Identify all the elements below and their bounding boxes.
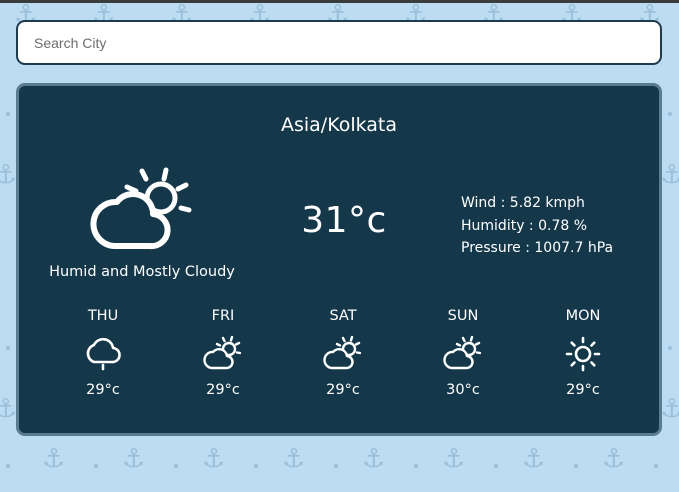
- pattern-dot: [174, 464, 178, 468]
- forecast-day-name: SUN: [447, 308, 479, 324]
- wind-value: Wind : 5.82 kmph: [461, 195, 585, 211]
- pattern-dot: [254, 464, 258, 468]
- pattern-dot: [334, 464, 338, 468]
- forecast-temp: 29°c: [86, 382, 120, 398]
- pattern-dot: [668, 346, 672, 350]
- forecast-row: THU 29°c FRI 29°c SAT 29°c SUN 30°c MON …: [41, 308, 641, 418]
- forecast-temp: 29°c: [326, 382, 360, 398]
- anchor-icon: ⚓: [660, 160, 679, 190]
- pressure-value: Pressure : 1007.7 hPa: [461, 240, 614, 256]
- sun-icon: [565, 336, 601, 372]
- cloud-sun-icon: [90, 167, 192, 250]
- anchor-icon: ⚓: [442, 444, 466, 474]
- pattern-dot: [6, 346, 10, 350]
- forecast-day: THU 29°c: [43, 308, 163, 398]
- pattern-dot: [6, 464, 10, 468]
- forecast-temp: 29°c: [206, 382, 240, 398]
- anchor-icon: ⚓: [282, 444, 306, 474]
- anchor-icon: ⚓: [0, 160, 18, 190]
- forecast-day-name: FRI: [211, 308, 235, 324]
- anchor-icon: ⚓: [602, 444, 626, 474]
- pattern-dot: [494, 464, 498, 468]
- forecast-day: SAT 29°c: [283, 308, 403, 398]
- pattern-dot: [654, 464, 658, 468]
- search-bar: [16, 20, 662, 65]
- forecast-day: MON 29°c: [523, 308, 643, 398]
- anchor-icon: ⚓: [122, 444, 146, 474]
- pattern-dot: [668, 112, 672, 116]
- anchor-icon: ⚓: [202, 444, 226, 474]
- search-city-input[interactable]: [18, 22, 660, 63]
- current-temperature: 31°c: [301, 200, 387, 241]
- pattern-dot: [414, 464, 418, 468]
- weather-card: Asia/Kolkata Humid and Mostly Cloudy 31°…: [16, 83, 662, 436]
- forecast-day: SUN 30°c: [403, 308, 523, 398]
- pattern-dot: [94, 464, 98, 468]
- weather-condition: Humid and Mostly Cloudy: [49, 264, 235, 280]
- cloud-sun-icon: [323, 335, 362, 370]
- forecast-day-name: SAT: [329, 308, 357, 324]
- cloud-drizzle-icon: [86, 337, 121, 371]
- forecast-temp: 29°c: [566, 382, 600, 398]
- cloud-sun-icon: [443, 335, 482, 370]
- humidity-value: Humidity : 0.78 %: [461, 217, 588, 234]
- anchor-icon: ⚓: [362, 444, 386, 474]
- forecast-day: FRI 29°c: [163, 308, 283, 398]
- anchor-icon: ⚓: [0, 394, 18, 424]
- forecast-day-name: THU: [87, 308, 119, 324]
- anchor-icon: ⚓: [522, 444, 546, 474]
- weather-details: Wind : 5.82 kmph Humidity : 0.78 % Press…: [461, 192, 613, 260]
- pattern-dot: [574, 464, 578, 468]
- pattern-dot: [6, 112, 10, 116]
- anchor-icon: ⚓: [660, 394, 679, 424]
- cloud-sun-icon: [203, 335, 242, 370]
- forecast-temp: 30°c: [446, 382, 480, 398]
- anchor-icon: ⚓: [42, 444, 66, 474]
- location-title: Asia/Kolkata: [280, 114, 398, 136]
- forecast-day-name: MON: [565, 308, 601, 324]
